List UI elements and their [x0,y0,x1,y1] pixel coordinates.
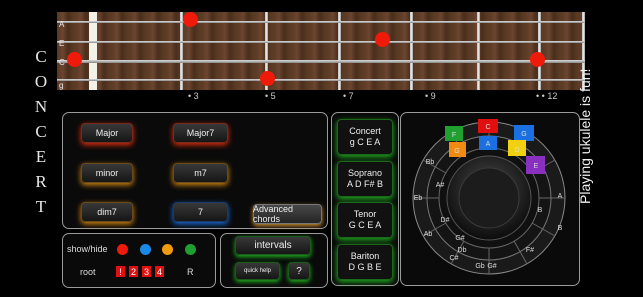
toggle-orange[interactable] [162,244,173,255]
chord-major-button[interactable]: Major [81,123,133,143]
chord-dim7-button[interactable]: dim7 [81,202,133,222]
string-label: A [59,20,65,29]
wheel-note: Eb [414,195,423,202]
note-dot[interactable] [260,71,275,86]
chord-major7-button[interactable]: Major7 [173,123,228,143]
string-label: g [59,81,64,90]
chord-m7-button[interactable]: m7 [173,163,228,183]
show-hide-panel [62,233,216,288]
wheel-note: C# [450,255,459,262]
side-title: C O N C E R T [30,48,52,215]
root-label: root [80,267,96,277]
show-hide-label: show/hide [67,244,108,254]
wheel-note: A [558,193,563,200]
fret-marker: • 9 [425,91,436,101]
side-title-letter: R [35,172,47,191]
intervals-button[interactable]: intervals [235,236,311,255]
fret-marker: • • 12 [536,91,558,101]
string-c [57,60,585,63]
note-dot[interactable] [183,12,198,27]
advanced-chords-button[interactable]: Advanced chords [253,204,322,224]
string-e [57,41,585,43]
wheel-note: A [486,141,491,148]
toggle-green[interactable] [185,244,196,255]
tagline: Playing ukulele is fun! [577,68,593,204]
string-label: C [59,58,65,67]
tuning-bariton-button[interactable]: Bariton D G B E [337,244,393,280]
note-dot[interactable] [375,32,390,47]
wheel-note: G# [487,263,496,270]
note-dot[interactable] [67,52,82,67]
fret-marker: • 5 [265,91,276,101]
root-box[interactable]: 3 [142,266,151,277]
tuning-tenor-button[interactable]: Tenor G C E A [337,202,393,238]
wheel-note: G [521,131,526,138]
root-box[interactable]: 4 [155,266,164,277]
fret-marker: • 7 [343,91,354,101]
string-g [57,79,585,81]
wheel-note: Db [458,247,467,254]
wheel-note: G [454,148,459,155]
wheel-note: C [485,124,490,131]
wheel-note: G# [455,235,464,242]
side-title-letter: O [34,72,48,91]
root-box[interactable]: 2 [129,266,138,277]
wheel-note: B [558,225,563,232]
root-suffix: R [187,267,194,277]
quick-help-button[interactable]: quick help [235,262,280,280]
wheel-note: B [538,207,543,214]
wheel-note: E [534,163,539,170]
wheel-note: D [514,147,519,154]
wheel-note: D# [441,217,450,224]
note-dot[interactable] [530,52,545,67]
side-title-letter: N [34,97,48,116]
wheel-note: F# [526,247,534,254]
chord-minor-button[interactable]: minor [81,163,133,183]
side-title-letter: E [35,147,47,166]
fret-marker: • 3 [188,91,199,101]
tuning-concert-button[interactable]: Concert g C E A [337,119,393,155]
chord-7-button[interactable]: 7 [173,202,228,222]
wheel-note: F [452,132,456,139]
help-button[interactable]: ? [288,262,310,280]
toggle-blue[interactable] [140,244,151,255]
root-box[interactable]: ! [116,266,125,277]
string-label: E [59,39,65,48]
side-title-letter: T [35,197,47,216]
wheel-note: Ab [424,231,433,238]
wheel-note: Bb [426,159,435,166]
wheel-note: A# [436,182,445,189]
wheel-note: Gb [475,263,484,270]
side-title-letter: C [35,122,47,141]
tuning-soprano-button[interactable]: Soprano A D F# B [337,161,393,197]
string-a [57,21,585,23]
toggle-red[interactable] [117,244,128,255]
side-title-letter: C [35,47,47,66]
circle-of-fifths-wheel[interactable]: F C G D A G E A B B F# G# Gb C# Db Ab G#… [400,112,578,284]
